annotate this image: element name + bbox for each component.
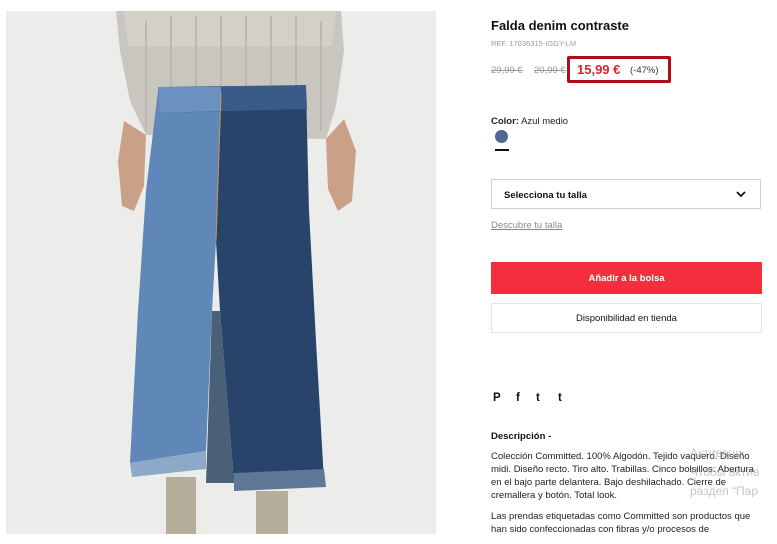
discount-badge: (-47%) [630, 65, 659, 76]
product-image[interactable] [6, 11, 436, 534]
size-guide-link[interactable]: Descubre tu talla [491, 220, 562, 231]
original-price: 29,99 € [491, 65, 523, 76]
chevron-down-icon [736, 191, 746, 198]
social-share-bar: P f t t [491, 392, 591, 408]
facebook-icon[interactable]: f [516, 392, 520, 404]
store-availability-button[interactable]: Disponibilidad en tienda [491, 303, 762, 333]
os-activation-watermark: Активаци Чтобы актив раздел “Пар [690, 444, 777, 501]
color-swatch-azul-medio[interactable] [495, 130, 508, 143]
watermark-line: раздел “Пар [690, 484, 759, 498]
tumblr-icon[interactable]: t [558, 392, 562, 404]
sale-price: 15,99 € [577, 62, 621, 77]
swatch-selected-indicator [495, 149, 509, 151]
size-select[interactable]: Selecciona tu talla [491, 179, 761, 209]
pinterest-icon[interactable]: P [493, 392, 501, 404]
color-info: Color: Azul medio [491, 116, 568, 127]
twitter-icon[interactable]: t [536, 392, 540, 404]
color-value: Azul medio [521, 116, 569, 127]
description-paragraph: Las prendas etiquetadas como Committed s… [491, 511, 751, 535]
product-title: Falda denim contraste [491, 18, 629, 33]
size-select-label: Selecciona tu talla [504, 190, 587, 201]
description-heading[interactable]: Descripción - [491, 431, 551, 442]
add-to-bag-button[interactable]: Añadir a la bolsa [491, 262, 762, 294]
watermark-line: Активаци [690, 446, 743, 460]
product-reference: REF. 17036315-IGGY-LM [491, 39, 577, 48]
color-label: Color: [491, 116, 519, 127]
skirt-photo [6, 11, 436, 534]
watermark-line: Чтобы актив [690, 465, 760, 479]
previous-price: 20,99 € [534, 65, 566, 76]
